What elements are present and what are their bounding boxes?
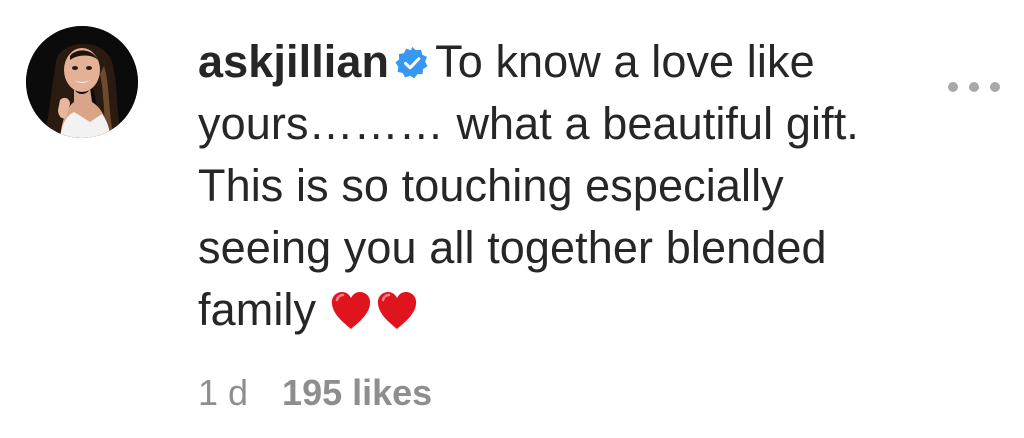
comment-body: askjillian To know a love like yours……… w…	[198, 31, 918, 341]
comment: askjillian To know a love like yours……… w…	[0, 0, 1024, 438]
username-link[interactable]: askjillian	[198, 36, 389, 87]
more-options-icon	[948, 82, 958, 92]
comment-meta: 1 d 195 likes	[198, 372, 432, 414]
verified-badge-icon	[395, 46, 428, 79]
more-options-icon	[969, 82, 979, 92]
comment-timestamp: 1 d	[198, 372, 249, 413]
red-heart-icon	[377, 292, 416, 329]
more-options-button[interactable]	[948, 76, 1002, 98]
comment-text: askjillian To know a love like yours……… w…	[198, 31, 918, 341]
red-heart-icon	[331, 292, 370, 329]
profile-photo-icon	[26, 26, 138, 138]
likes-count-link[interactable]: 195 likes	[282, 372, 432, 413]
more-options-icon	[990, 82, 1000, 92]
avatar[interactable]	[26, 26, 138, 138]
